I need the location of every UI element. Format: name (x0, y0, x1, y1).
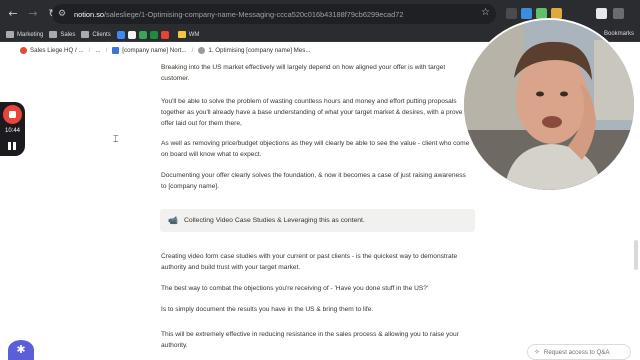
help-badge-icon[interactable]: ✱ (8, 340, 34, 360)
breadcrumb-separator: / (191, 46, 194, 54)
all-bookmarks[interactable]: Bookmarks (604, 31, 634, 37)
paragraph: Breaking into the US market effectively … (161, 64, 446, 82)
breadcrumb-ellipsis[interactable]: ... (95, 47, 100, 54)
bookmark-shortcuts (116, 30, 172, 39)
paragraph: Is to simply document the results you ha… (161, 306, 374, 313)
paragraph: The best way to combat the objections yo… (161, 285, 429, 292)
extension-icon[interactable] (506, 8, 517, 19)
paragraph: This will be extremely effective in redu… (161, 331, 459, 349)
extension-icon[interactable] (521, 8, 532, 19)
profile-icon[interactable] (596, 8, 607, 19)
bookmark-star-icon[interactable]: ☆ (481, 7, 490, 18)
folder-icon (6, 31, 14, 38)
wm-icon (177, 31, 186, 38)
recorder-widget: 10:44 (0, 102, 25, 156)
site-settings-icon[interactable]: ⚙ (58, 9, 74, 19)
qa-label: Request access to Q&A (543, 348, 610, 356)
paragraph: Creating video form case studies with yo… (161, 253, 458, 271)
bookmark-app-icon[interactable] (127, 30, 136, 39)
folder-icon (81, 31, 90, 38)
webcam-feed (464, 20, 634, 190)
callout-block[interactable]: 📹 Collecting Video Case Studies & Levera… (160, 209, 475, 232)
breadcrumb-company[interactable]: [company name] Nort... (112, 46, 187, 54)
paragraph: As well as removing price/budget objecti… (161, 140, 470, 158)
bookmark-wm[interactable]: WM (177, 31, 199, 38)
bookmark-clients[interactable]: Clients (81, 31, 111, 38)
menu-icon[interactable] (613, 8, 624, 19)
bookmark-marketing[interactable]: Marketing (6, 31, 43, 38)
callout-text: Collecting Video Case Studies & Leveragi… (183, 217, 365, 224)
recording-timer: 10:44 (4, 128, 20, 134)
bookmark-app-icon[interactable] (160, 30, 169, 39)
back-icon[interactable]: ← (6, 7, 20, 21)
breadcrumb-current[interactable]: 1. Optimising [company name] Mes... (198, 46, 310, 54)
address-bar[interactable]: ⚙ notion.so/salesliege/1-Optimising-comp… (52, 4, 496, 24)
paragraph: You'll be able to solve the problem of w… (161, 98, 467, 127)
text-cursor-icon: ⌶ (113, 135, 119, 145)
pause-icon[interactable] (8, 142, 17, 150)
bookmark-app-icon[interactable] (116, 30, 125, 39)
scrollbar[interactable] (634, 240, 638, 270)
forward-icon[interactable]: → (26, 7, 40, 21)
request-qa-button[interactable]: ✧ Request access to Q&A (527, 344, 631, 360)
paragraph: Documenting your offer clearly solves th… (161, 172, 466, 190)
workspace-icon (20, 46, 27, 54)
url-text: notion.so/salesliege/1-Optimising-compan… (74, 9, 404, 19)
breadcrumb-separator: / (105, 46, 108, 54)
page-icon (112, 46, 120, 54)
folder-icon (49, 31, 58, 38)
qa-icon: ✧ (534, 348, 540, 356)
page-icon (198, 46, 206, 54)
webcam-overlay (462, 18, 636, 192)
bookmark-app-icon[interactable] (138, 30, 147, 39)
bookmark-sales[interactable]: Sales (49, 31, 75, 38)
video-camera-icon: 📹 (168, 216, 178, 225)
stop-recording-button[interactable] (3, 105, 22, 124)
breadcrumb-workspace[interactable]: Sales Liege HQ / ... (20, 46, 84, 54)
breadcrumb-separator: / (88, 46, 91, 54)
bookmark-app-icon[interactable] (149, 30, 158, 39)
